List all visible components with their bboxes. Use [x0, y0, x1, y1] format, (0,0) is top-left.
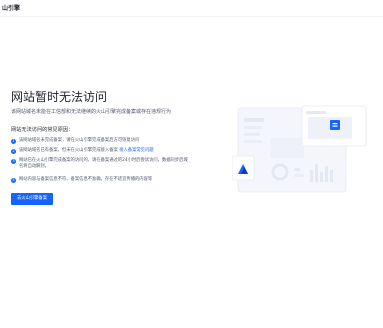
logo[interactable]: 山引擎 — [2, 3, 20, 12]
reason-item-3: 3 网站已在火山引擎完成备案的访问的，请在备案通过的24小时后尝试访问，数据同步… — [11, 158, 191, 170]
step-number-badge: 1 — [11, 138, 16, 144]
reason-item-4: 4 网站内容与备案信息不符、备案信息不准确，存在不适宜传播的内容等 — [11, 177, 189, 183]
doc-icon — [330, 120, 340, 130]
reason-text: 网站已在火山引擎完成备案的访问的，请在备案通过的24小时后尝试访问，数据同步后域… — [19, 158, 188, 169]
step-number-badge: 2 — [11, 148, 16, 154]
step-number-badge: 3 — [11, 158, 16, 164]
top-bar: 山引擎 — [0, 0, 383, 17]
page-title: 网站暂时无法访问 — [11, 90, 108, 104]
reasons-heading: 网站无法访问的常见原因： — [11, 127, 74, 133]
browser-illustration — [232, 105, 367, 193]
filing-faq-link[interactable]: 接入备案常见问题 — [119, 148, 153, 153]
reason-text: 网站内容与备案信息不符、备案信息不准确，存在不适宜传播的内容等 — [19, 177, 153, 182]
go-to-filing-button[interactable]: 去火山引擎备案 — [11, 193, 53, 205]
reason-item-2: 2 该网站域名已有备案，但未在火山引擎完成接入备案 接入备案常见问题 — [11, 148, 189, 154]
reason-item-1: 1 该网站域名未完成备案，请在火山引擎完成备案后方可恢复访问 — [11, 138, 189, 144]
reason-text: 该网站域名已有备案，但未在火山引擎完成接入备案 — [19, 148, 118, 153]
page-subtitle: 该网站域名未能在工信部和无法继续的火山引擎完成备案或存在违规行为 — [11, 109, 172, 115]
step-number-badge: 4 — [11, 177, 16, 183]
reason-text: 该网站域名未完成备案，请在火山引擎完成备案后方可恢复访问 — [19, 138, 140, 143]
